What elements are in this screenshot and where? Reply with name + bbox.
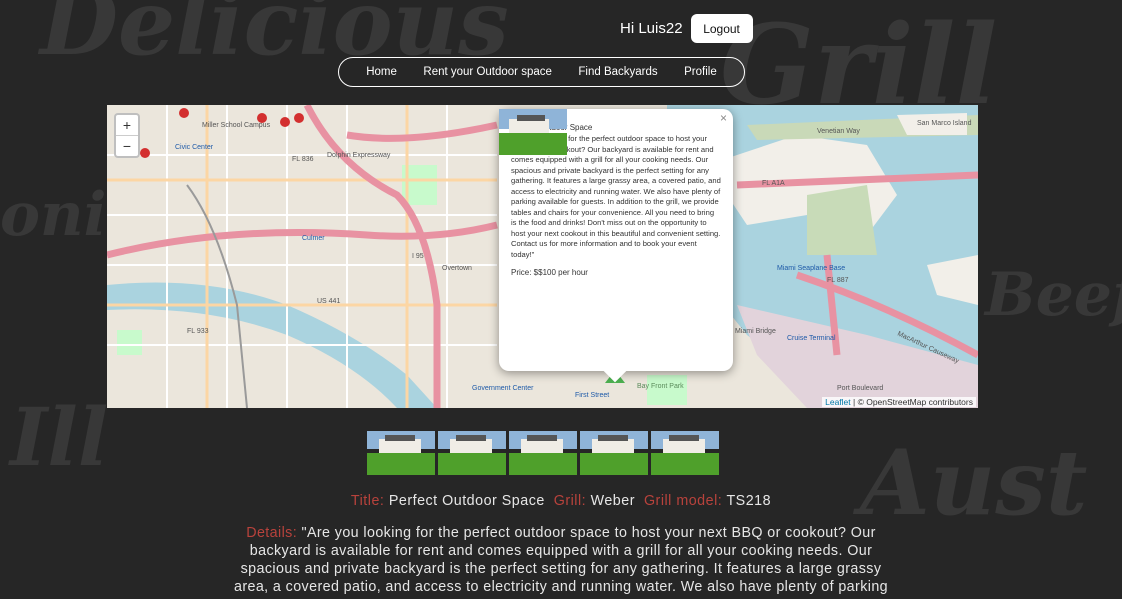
popup-listing-image [499,109,567,155]
map-label-miller-school: Miller School Campus [202,122,271,129]
listing-details: Details: "Are you looking for the perfec… [224,524,898,596]
details-value: "Are you looking for the perfect outdoor… [233,525,889,595]
gallery-image[interactable] [651,431,719,475]
nav-find-backyards[interactable]: Find Backyards [578,66,657,78]
logout-button[interactable]: Logout [690,14,753,43]
map-label-miami-bridge: Miami Bridge [735,328,776,335]
map-label-fla1a: FL A1A [762,180,785,187]
listing-gallery [367,431,719,475]
main-nav: Home Rent your Outdoor space Find Backya… [338,57,745,87]
grill-label: Grill: [553,493,587,509]
title-label: Title: [350,493,385,509]
map-label-government-center: Government Center [472,385,534,392]
map-label-first-street: First Street [575,392,609,399]
leaflet-link[interactable]: Leaflet [825,397,851,407]
zoom-control: + − [114,113,140,158]
grill-model-value: TS218 [726,493,772,509]
map-label-dolphin: Dolphin Expressway [327,152,391,159]
map-label-port-boulevard: Port Boulevard [837,385,883,392]
map-attribution: Leaflet | © OpenStreetMap contributors [822,397,976,407]
map-label-culmer: Culmer [302,235,325,242]
grill-model-label: Grill model: [643,493,723,509]
listing-summary: Title: Perfect Outdoor Space Grill: Webe… [224,493,898,509]
greeting-text: Hi Luis22 [620,20,683,37]
map-label-san-marco: San Marco Island [917,120,972,127]
user-bar: Hi Luis22 Logout [620,14,753,43]
map-label-us441: US 441 [317,298,340,305]
osm-attribution[interactable]: | © OpenStreetMap contributors [853,397,973,407]
gallery-image[interactable] [509,431,577,475]
details-label: Details: [246,525,298,541]
map-label-overtown: Overtown [442,265,472,272]
map-label-i95: I 95 [412,253,424,260]
popup-close-icon[interactable]: × [720,111,727,125]
gallery-image[interactable] [438,431,506,475]
grill-value: Weber [590,493,635,509]
nav-profile[interactable]: Profile [684,66,717,78]
nav-rent-outdoor-space[interactable]: Rent your Outdoor space [423,66,552,78]
map-label-fl887: FL 887 [827,277,849,284]
listing-popup: × Perfect Outdoor Space "Are you looking… [499,109,733,383]
gallery-image[interactable] [580,431,648,475]
title-value: Perfect Outdoor Space [388,493,545,509]
map-label-seaplane: Miami Seaplane Base [777,265,845,272]
map-label-bayfront: Bay Front Park [637,383,684,390]
map-label-venetian: Venetian Way [817,128,860,135]
zoom-out-button[interactable]: − [116,135,138,156]
map-label-fl933: FL 933 [187,328,209,335]
nav-home[interactable]: Home [366,66,397,78]
zoom-in-button[interactable]: + [116,115,138,135]
map-label-fl836: FL 836 [292,156,314,163]
map-label-cruise-terminal: Cruise Terminal [787,335,836,342]
popup-price: Price: $$100 per hour [511,268,588,277]
map-view[interactable]: Civic Center Miller School Campus Dolphi… [107,105,978,408]
gallery-image[interactable] [367,431,435,475]
map-label-civic-center: Civic Center [175,144,214,151]
